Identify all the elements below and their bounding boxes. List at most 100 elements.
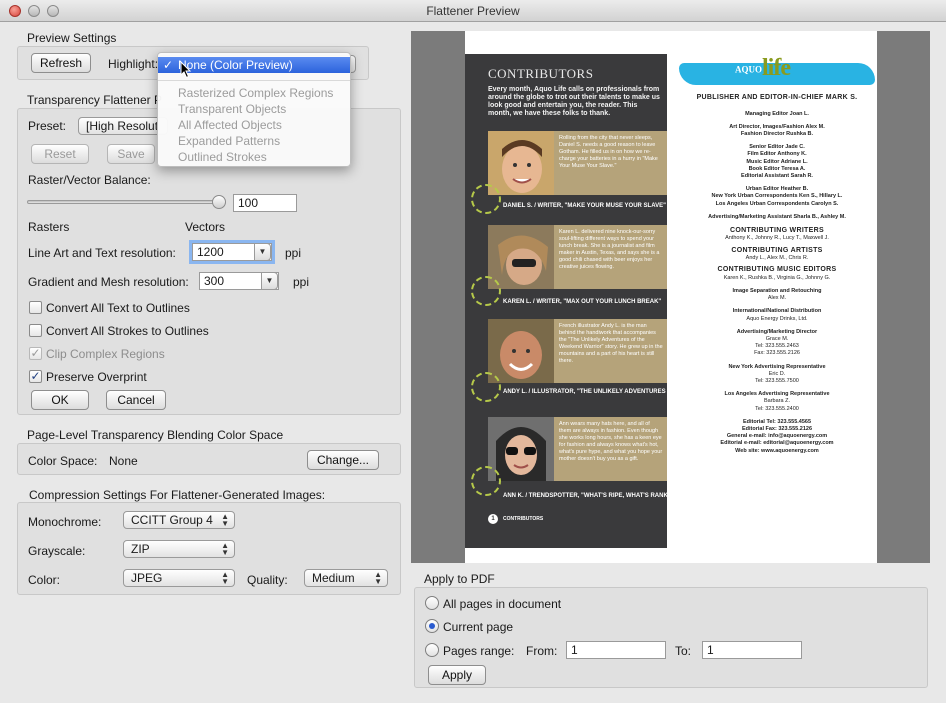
masthead-line: Image Separation and Retouching — [732, 288, 822, 294]
masthead-line: Advertising/Marketing Director — [736, 328, 818, 335]
masthead-line: Barbara Z. — [764, 398, 790, 405]
masthead-line: Tel: 323.555.7500 — [755, 378, 799, 384]
rasters-label: Rasters — [28, 220, 70, 234]
clip-complex-regions-checkbox[interactable]: ✓ — [29, 347, 42, 360]
masthead-line: CONTRIBUTING ARTISTS — [731, 246, 823, 254]
popup-arrows-icon: ▲▼ — [221, 512, 229, 528]
title-bar[interactable]: Flattener Preview — [0, 0, 946, 22]
masthead-line: Managing Editor Joan L. — [745, 110, 809, 117]
highlight-label: Highlight: — [108, 57, 159, 71]
checkmark-icon: ✓ — [163, 58, 174, 72]
contributor-photo-karen — [488, 225, 554, 289]
starburst-icon — [471, 466, 501, 496]
line-art-resolution-label: Line Art and Text resolution: — [28, 246, 176, 260]
preset-popup[interactable]: [High Resolut — [78, 117, 168, 135]
minimize-window-icon[interactable] — [28, 5, 40, 17]
masthead-line: Andy L., Alex M., Chris R. — [745, 255, 809, 262]
starburst-icon — [471, 184, 501, 214]
transparency-flattener-label: Transparency Flattener P — [27, 93, 162, 107]
masthead-line: General e-mail: info@aquoenergy.com — [726, 433, 828, 440]
cancel-button[interactable]: Cancel — [106, 390, 166, 410]
color-popup[interactable]: JPEG ▲ ▼ — [123, 569, 235, 587]
all-pages-label: All pages in document — [443, 597, 562, 611]
masthead-line: International/National Distribution — [732, 308, 822, 315]
color-space-label: Color Space: — [28, 454, 98, 468]
masthead-line: Tel: 323.555.2463 — [755, 343, 799, 350]
slider-knob[interactable] — [212, 195, 226, 209]
masthead-line: Editorial e-mail: editorial@aquoenergy.c… — [720, 440, 834, 447]
masthead-line: Editorial Fax: 323.555.2126 — [741, 426, 812, 432]
color-space-value: None — [109, 454, 138, 468]
contributor-photo-andy — [488, 319, 554, 383]
pages-range-radio[interactable] — [425, 643, 439, 657]
masthead-line: Tel: 323.555.2400 — [755, 405, 799, 412]
ppi-label: ppi — [285, 246, 302, 260]
masthead-line: Film Editor Anthony K. — [747, 151, 807, 158]
close-window-icon[interactable] — [9, 5, 21, 17]
contributor-bio: French illustrator Andy L. is the man be… — [554, 319, 667, 383]
masthead-line: Eric D. — [768, 370, 786, 377]
compression-settings-label: Compression Settings For Flattener-Gener… — [29, 488, 326, 502]
refresh-button[interactable]: Refresh — [31, 53, 91, 73]
raster-vector-slider[interactable] — [27, 200, 223, 204]
masthead-line: CONTRIBUTING WRITERS — [730, 226, 824, 234]
clip-complex-regions-label: Clip Complex Regions — [46, 347, 165, 361]
flattener-preview-area[interactable]: CONTRIBUTORS Every month, Aquo Life call… — [411, 31, 930, 563]
convert-text-checkbox[interactable] — [29, 301, 42, 314]
vectors-label: Vectors — [185, 220, 226, 234]
masthead-line: Editorial Tel: 323.555.4565 — [742, 418, 812, 425]
preserve-overprint-checkbox[interactable]: ✓ — [29, 370, 42, 383]
convert-strokes-checkbox[interactable] — [29, 324, 42, 337]
masthead-line: Web site: www.aquoenergy.com — [735, 447, 819, 454]
apply-button[interactable]: Apply — [428, 665, 486, 685]
aquo-life-logo: AQUOlife — [735, 55, 791, 81]
menu-item-rasterized-complex-regions[interactable]: Rasterized Complex Regions — [158, 85, 350, 101]
from-field[interactable]: 1 — [566, 641, 666, 659]
menu-item-outlined-strokes[interactable]: Outlined Strokes — [158, 149, 350, 165]
color-label: Color: — [28, 573, 61, 587]
masthead-line: Editorial Assistant Sarah R. — [741, 172, 813, 179]
zoom-window-icon[interactable] — [47, 5, 59, 17]
monochrome-popup[interactable]: CCITT Group 4 ▲ ▼ — [123, 511, 235, 529]
contributors-column: CONTRIBUTORS Every month, Aquo Life call… — [465, 54, 755, 548]
grayscale-popup[interactable]: ZIP ▲ ▼ — [123, 540, 235, 558]
convert-text-label: Convert All Text to Outlines — [46, 301, 190, 315]
masthead-line: Los Angeles Advertising Representative — [724, 391, 830, 398]
menu-item-all-affected-objects[interactable]: All Affected Objects — [158, 117, 350, 133]
apply-to-pdf-label: Apply to PDF — [424, 572, 495, 586]
raster-vector-balance-label: Raster/Vector Balance: — [28, 173, 151, 187]
masthead-line: Alex M. — [767, 295, 787, 302]
ppi-label: ppi — [293, 275, 310, 289]
document-page: CONTRIBUTORS Every month, Aquo Life call… — [465, 31, 877, 563]
contributor-caption: KAREN L. / WRITER, "MAX OUT YOUR LUNCH B… — [503, 299, 662, 305]
starburst-icon — [471, 276, 501, 306]
pages-range-label: Pages range: — [443, 644, 515, 658]
masthead-line: Urban Editor Heather B. — [745, 186, 809, 193]
all-pages-radio[interactable] — [425, 596, 439, 610]
popup-arrows-icon: ▲▼ — [221, 541, 229, 557]
gradient-mesh-resolution-combo[interactable]: 300 ▼ — [199, 272, 279, 290]
menu-item-transparent-objects[interactable]: Transparent Objects — [158, 101, 350, 117]
contributor-bio: Karen L. delivered nine knock-our-sorry … — [554, 225, 667, 289]
masthead-line: Fax: 323.555.2126 — [754, 350, 800, 357]
mouse-pointer-icon — [180, 61, 192, 79]
quality-popup[interactable]: Medium ▲ ▼ — [304, 569, 388, 587]
menu-item-expanded-patterns[interactable]: Expanded Patterns — [158, 133, 350, 149]
page-number: 1 — [488, 514, 498, 524]
contributor-caption: ANN K. / TRENDSPOTTER, "WHAT'S RIPE, WHA… — [503, 493, 671, 499]
masthead-line: Karen K., Rushka B., Virginia G., Johnny… — [723, 274, 831, 281]
contributors-intro: Every month, Aquo Life calls on professi… — [488, 86, 660, 117]
line-art-resolution-combo[interactable]: 1200 ▼ — [192, 243, 272, 261]
page-footer: CONTRIBUTORS — [503, 516, 544, 522]
reset-button[interactable]: Reset — [31, 144, 89, 164]
current-page-radio[interactable] — [425, 619, 439, 633]
chevron-down-icon[interactable]: ▼ — [254, 243, 271, 261]
ok-button[interactable]: OK — [31, 390, 89, 410]
monochrome-label: Monochrome: — [28, 515, 102, 529]
to-field[interactable]: 1 — [702, 641, 802, 659]
masthead-line: New York Advertising Representative — [728, 363, 826, 370]
save-button[interactable]: Save — [107, 144, 155, 164]
change-button[interactable]: Change... — [307, 450, 379, 470]
chevron-down-icon[interactable]: ▼ — [261, 272, 278, 290]
balance-value-field[interactable]: 100 — [233, 194, 297, 212]
